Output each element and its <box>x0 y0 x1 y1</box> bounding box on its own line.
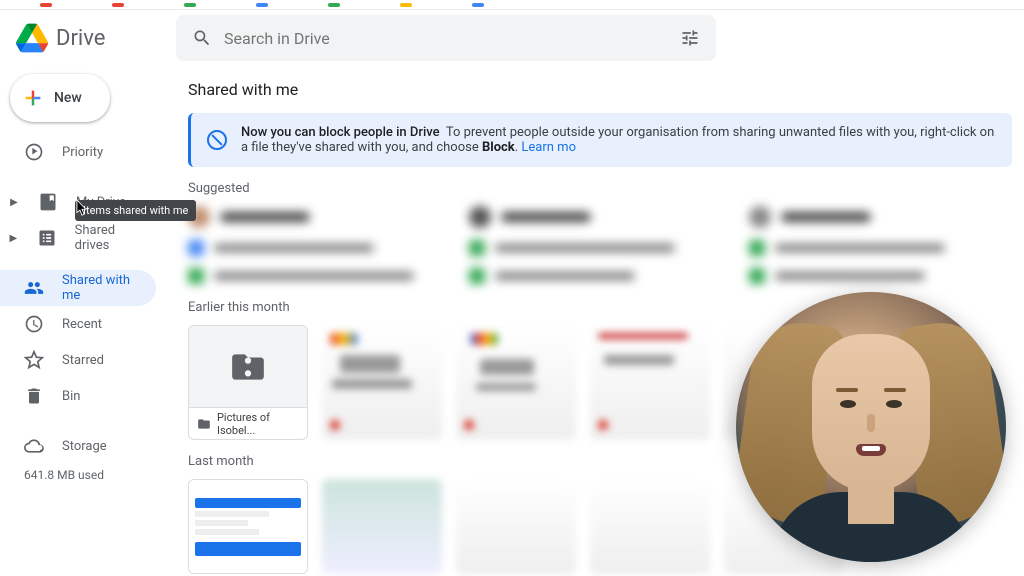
cursor-icon <box>76 200 88 216</box>
suggested-grid <box>188 206 1012 284</box>
shared-drives-icon <box>37 228 57 248</box>
tooltip: Items shared with me <box>75 200 196 221</box>
block-icon <box>207 130 227 150</box>
presenter-webcam <box>736 292 1006 562</box>
product-name: Drive <box>56 26 105 51</box>
sidebar: New Priority ▶ My Drive ▶ Shared drives … <box>0 66 168 576</box>
plus-icon <box>22 87 44 109</box>
shared-with-me-icon <box>24 278 44 298</box>
file-card[interactable] <box>456 479 576 574</box>
folder-icon <box>197 417 211 431</box>
sidebar-item-recent[interactable]: Recent <box>0 306 156 342</box>
sidebar-item-label: Shared drives <box>75 223 144 253</box>
sidebar-item-label: Recent <box>62 317 102 332</box>
app-header: Drive <box>0 10 1024 66</box>
star-icon <box>24 350 44 370</box>
new-button-label: New <box>54 90 82 106</box>
learn-more-link[interactable]: Learn mo <box>521 140 576 155</box>
sidebar-item-starred[interactable]: Starred <box>0 342 156 378</box>
section-suggested: Suggested <box>188 181 1012 196</box>
file-card[interactable] <box>590 325 710 440</box>
shared-folder-icon <box>225 348 271 386</box>
sidebar-item-label: Priority <box>62 145 103 160</box>
browser-tab-strip <box>0 0 1024 10</box>
mydrive-icon <box>38 192 58 212</box>
bin-icon <box>24 386 44 406</box>
search-bar[interactable] <box>176 15 716 61</box>
banner-text: Now you can block people in Drive To pre… <box>241 125 996 155</box>
cloud-icon <box>24 436 44 456</box>
drive-logo[interactable]: Drive <box>16 22 168 54</box>
file-name: Pictures of Isobel... <box>217 411 299 437</box>
sidebar-item-storage[interactable]: Storage <box>0 428 156 464</box>
info-banner: Now you can block people in Drive To pre… <box>188 113 1012 167</box>
file-card[interactable] <box>456 325 576 440</box>
sidebar-item-label: Bin <box>62 389 80 404</box>
file-card[interactable] <box>322 325 442 440</box>
search-options-icon[interactable] <box>680 28 700 48</box>
search-input[interactable] <box>224 29 668 48</box>
file-card[interactable] <box>322 479 442 574</box>
file-card[interactable] <box>590 479 710 574</box>
sidebar-item-bin[interactable]: Bin <box>0 378 156 414</box>
new-button[interactable]: New <box>10 74 110 122</box>
page-title: Shared with me <box>188 80 1012 99</box>
file-card-folder[interactable]: Pictures of Isobel... <box>188 325 308 440</box>
sidebar-item-label: Starred <box>62 353 104 368</box>
sidebar-item-priority[interactable]: Priority <box>0 134 156 170</box>
storage-used: 641.8 MB used <box>0 468 168 482</box>
drive-logo-icon <box>16 22 48 54</box>
recent-icon <box>24 314 44 334</box>
sidebar-item-shareddrives[interactable]: ▶ Shared drives <box>0 220 156 256</box>
sidebar-item-label: Storage <box>62 439 107 454</box>
file-card[interactable] <box>188 479 308 574</box>
chevron-right-icon: ▶ <box>8 233 19 244</box>
search-icon <box>192 28 212 48</box>
sidebar-item-label: Shared with me <box>62 273 144 303</box>
priority-icon <box>24 142 44 162</box>
sidebar-item-sharedwithme[interactable]: Shared with me <box>0 270 156 306</box>
chevron-right-icon: ▶ <box>8 197 20 208</box>
